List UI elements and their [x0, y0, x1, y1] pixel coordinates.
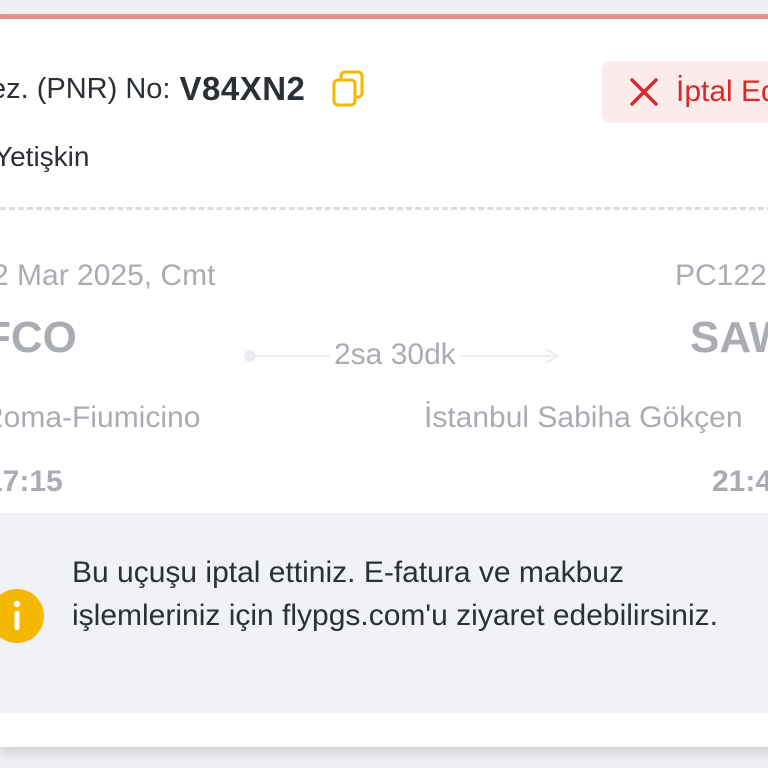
passenger-summary: Yetişkin — [0, 141, 90, 172]
departure-time: 17:15 — [0, 465, 63, 498]
origin-airport: Roma-Fiumicino — [0, 401, 201, 434]
cancel-button-label: İptal Ed — [676, 75, 768, 108]
pnr-label: ez. (PNR) No: — [0, 72, 171, 105]
booking-screen: ez. (PNR) No: V84XN2 İptal Ed Yetişkin 2… — [0, 0, 768, 768]
cancel-booking-button[interactable]: İptal Ed — [602, 61, 768, 123]
booking-card: ez. (PNR) No: V84XN2 İptal Ed Yetişkin 2… — [0, 14, 768, 747]
info-icon — [0, 589, 44, 643]
flight-duration: 2sa 30dk — [330, 338, 460, 372]
pnr-row: ez. (PNR) No: V84XN2 — [0, 64, 365, 114]
destination-airport: İstanbul Sabiha Gökçen — [424, 401, 743, 434]
close-icon — [628, 76, 660, 108]
cancellation-notice: Bu uçuşu iptal ettiniz. E-fatura ve makb… — [0, 513, 768, 713]
flight-number: PC122 — [675, 259, 767, 292]
copy-icon[interactable] — [331, 70, 365, 108]
pnr-value: V84XN2 — [179, 70, 306, 107]
destination-code: SAW — [690, 313, 768, 362]
flight-date: 2 Mar 2025, Cmt — [0, 259, 216, 292]
origin-code: FCO — [0, 313, 77, 362]
arrival-time: 21:45 — [712, 465, 768, 498]
divider — [0, 207, 768, 210]
notice-text: Bu uçuşu iptal ettiniz. E-fatura ve makb… — [72, 556, 718, 632]
